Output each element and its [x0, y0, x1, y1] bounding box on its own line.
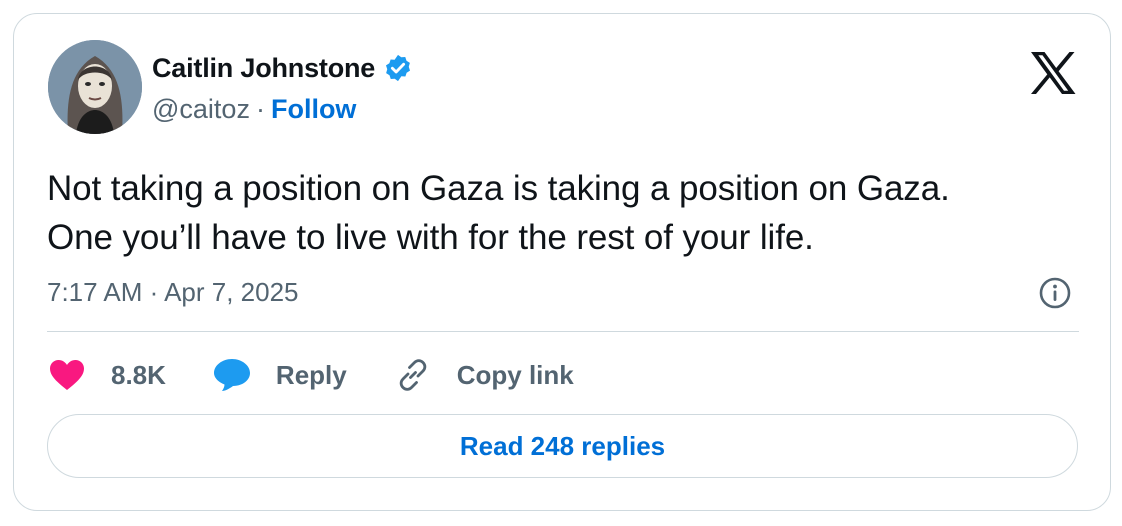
author-name-row: Caitlin Johnstone: [152, 52, 413, 84]
author-handle[interactable]: @caitoz: [152, 94, 250, 125]
info-icon[interactable]: [1038, 276, 1072, 310]
tweet-timestamp[interactable]: 7:17 AM · Apr 7, 2025: [47, 277, 299, 308]
read-replies-label: Read 248 replies: [459, 430, 666, 461]
copy-link-button[interactable]: Copy link: [393, 355, 574, 395]
author-block: Caitlin Johnstone @caitoz · Follow: [152, 52, 413, 125]
like-count: 8.8K: [111, 359, 166, 390]
tweet-card: Caitlin Johnstone @caitoz · Follow Not t…: [13, 13, 1111, 511]
link-icon: [393, 355, 433, 395]
tweet-text: Not taking a position on Gaza is taking …: [47, 164, 1087, 262]
avatar[interactable]: [48, 40, 142, 134]
divider: [47, 331, 1079, 332]
reply-label: Reply: [275, 359, 347, 390]
tweet-line: Not taking a position on Gaza is taking …: [47, 169, 950, 208]
speech-bubble-icon: [212, 355, 252, 395]
copy-link-label: Copy link: [456, 359, 574, 390]
heart-icon: [47, 355, 87, 395]
tweet-line: One you’ll have to live with for the res…: [47, 218, 814, 257]
follow-link[interactable]: Follow: [271, 94, 356, 125]
avatar-image: [48, 40, 142, 134]
separator-dot: ·: [255, 94, 265, 124]
like-button[interactable]: 8.8K: [47, 355, 166, 395]
action-bar: 8.8K Reply Copy link: [47, 354, 620, 396]
reply-button[interactable]: Reply: [212, 355, 347, 395]
read-replies-button[interactable]: Read 248 replies: [47, 414, 1078, 478]
x-logo-icon[interactable]: [1029, 51, 1077, 95]
handle-row: @caitoz · Follow: [152, 94, 413, 125]
author-name[interactable]: Caitlin Johnstone: [152, 53, 375, 84]
verified-badge-icon: [383, 53, 413, 83]
